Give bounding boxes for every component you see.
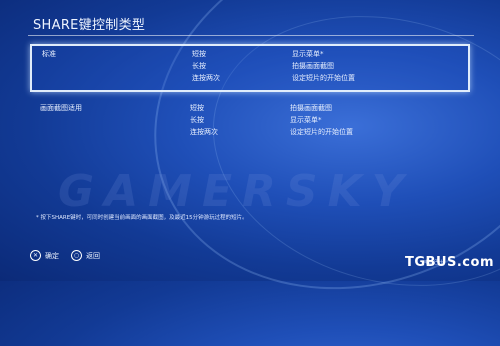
press-type: 连按两次 (192, 74, 220, 82)
press-type: 短按 (190, 104, 204, 112)
confirm-hint[interactable]: 确定 (45, 251, 59, 261)
press-action: 拍摄画面截图 (290, 104, 332, 112)
option-category-label: 画面截图适用 (40, 104, 82, 112)
press-type: 短按 (192, 50, 206, 58)
press-action: 显示菜单* (290, 116, 322, 124)
footnote: * 按下SHARE键时，可同时创建当前画面的画面截图，及最近15分钟游玩过程的短… (36, 215, 248, 221)
back-hint[interactable]: 返回 (86, 251, 100, 261)
site-logo: TGBUS.com (405, 255, 494, 270)
controller-hints: ✕ 确定 ○ 返回 (30, 250, 100, 261)
press-type: 长按 (190, 116, 204, 124)
press-type: 连按两次 (190, 128, 218, 136)
press-action: 显示菜单* (292, 50, 324, 58)
option-standard[interactable]: 标准 短按 显示菜单* 长按 拍摄画面截图 连按两次 设定短片的开始位置 (30, 44, 470, 92)
title-divider (28, 35, 474, 36)
cross-button-icon: ✕ (30, 250, 41, 261)
watermark: GAMERSKY (58, 166, 414, 217)
press-action: 设定短片的开始位置 (290, 128, 353, 136)
option-screenshot[interactable]: 画面截图适用 短按 拍摄画面截图 长按 显示菜单* 连按两次 设定短片的开始位置 (30, 100, 466, 144)
page-title: SHARE键控制类型 (33, 18, 146, 33)
circle-button-icon: ○ (71, 250, 82, 261)
press-type: 长按 (192, 62, 206, 70)
option-category-label: 标准 (42, 50, 56, 58)
press-action: 设定短片的开始位置 (292, 74, 355, 82)
press-action: 拍摄画面截图 (292, 62, 334, 70)
